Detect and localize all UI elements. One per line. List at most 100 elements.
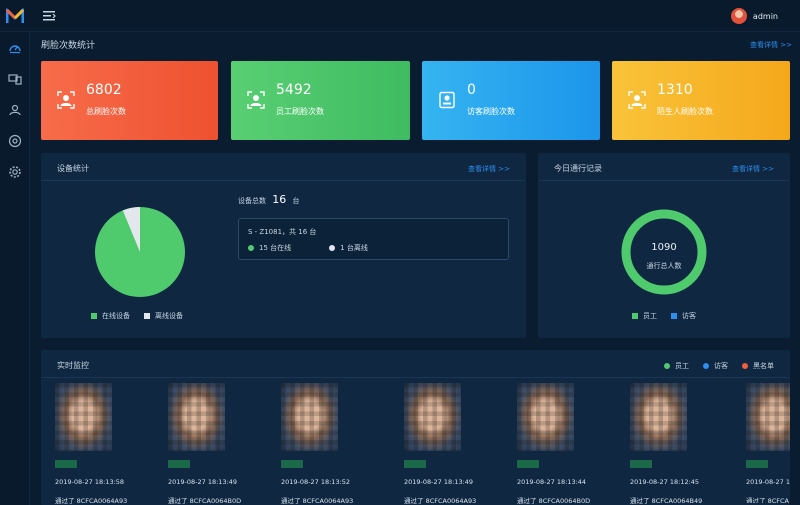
today-access-panel: 今日通行记录 查看详情 >> 1090 通行总人数 员工 访客 bbox=[538, 153, 790, 338]
employee-icon bbox=[247, 91, 265, 109]
legend-online-label: 在线设备 bbox=[102, 312, 130, 320]
device-legend: 在线设备 离线设备 bbox=[91, 311, 183, 321]
settings-icon[interactable] bbox=[8, 165, 22, 179]
face-type-tag bbox=[55, 460, 77, 468]
legend-visitor: 访客 bbox=[703, 361, 728, 371]
devices-icon[interactable] bbox=[8, 72, 22, 86]
view-details-link[interactable]: 查看详情 >> bbox=[468, 164, 510, 174]
face-type-tag bbox=[281, 460, 303, 468]
panel-header: 实时监控 员工 访客 黑名单 bbox=[41, 350, 790, 378]
device-total: 设备总数 16 台 bbox=[238, 193, 299, 206]
device-stats-panel: 设备统计 查看详情 >> 在线设备 离线设备 设备总数 16 台 S - Z10… bbox=[41, 153, 526, 338]
device-pie-chart bbox=[95, 206, 185, 297]
device-total-label: 设备总数 bbox=[238, 197, 266, 205]
device-status-row: 15 台在线 1 台离线 bbox=[248, 243, 368, 253]
face-type-tag bbox=[517, 460, 539, 468]
access-legend: 员工 访客 bbox=[632, 311, 696, 321]
face-time: 2019-08-27 18:13:52 bbox=[281, 478, 351, 486]
face-time: 2019-08-27 18:13:49 bbox=[404, 478, 474, 486]
stat-label: 访客刷脸次数 bbox=[467, 107, 515, 116]
face-record[interactable]: 2019-08-27 18:12:45 通过了 8CFCA0064B49 bbox=[630, 383, 730, 505]
legend-visitor-dot bbox=[703, 363, 709, 369]
stat-value: 5492 bbox=[276, 82, 312, 98]
face-record[interactable]: 2019-08-27 18:13:44 通过了 8CFCA0064B0D bbox=[517, 383, 617, 505]
legend-employee-dot bbox=[664, 363, 670, 369]
face-scan-icon bbox=[57, 91, 75, 109]
username[interactable]: admin bbox=[753, 12, 778, 21]
panel-header: 今日通行记录 查看详情 >> bbox=[538, 153, 790, 181]
legend-employee: 员工 bbox=[664, 361, 689, 371]
face-thumbnail[interactable] bbox=[517, 383, 574, 451]
face-record[interactable]: 2019-08-27 18:13 通过了 8CFCA bbox=[746, 383, 790, 503]
face-record[interactable]: 2019-08-27 18:13:49 通过了 8CFCA0064B0D bbox=[168, 383, 268, 505]
panel-title: 设备统计 bbox=[57, 164, 89, 173]
dashboard-icon[interactable] bbox=[8, 41, 22, 55]
online-dot bbox=[248, 245, 254, 251]
face-thumbnail[interactable] bbox=[55, 383, 112, 451]
stat-label: 员工刷脸次数 bbox=[276, 107, 324, 116]
face-pass-text: 通过了 8CFCA0064A93 bbox=[281, 497, 354, 505]
live-monitor-panel: 实时监控 员工 访客 黑名单 2019-08-27 18:13:58 通过了 8… bbox=[41, 350, 790, 505]
stat-label: 陌生人刷脸次数 bbox=[657, 107, 713, 116]
stat-label: 总刷脸次数 bbox=[86, 107, 126, 116]
face-time: 2019-08-27 18:13:58 bbox=[55, 478, 125, 486]
stat-card-visitor: 0 访客刷脸次数 bbox=[422, 61, 600, 140]
face-thumbnail[interactable] bbox=[281, 383, 338, 451]
offline-text: 1 台离线 bbox=[340, 244, 368, 252]
face-type-tag bbox=[746, 460, 768, 468]
access-total: 1090 bbox=[651, 242, 677, 253]
face-thumbnail[interactable] bbox=[630, 383, 687, 451]
face-record[interactable]: 2019-08-27 18:13:58 通过了 8CFCA0064A93 bbox=[55, 383, 155, 505]
face-thumbnail[interactable] bbox=[746, 383, 790, 451]
legend-visitor-label: 访客 bbox=[714, 362, 728, 370]
face-record[interactable]: 2019-08-27 18:13:52 通过了 8CFCA0064A93 bbox=[281, 383, 381, 505]
face-pass-text: 通过了 8CFCA bbox=[746, 497, 789, 503]
people-icon[interactable] bbox=[8, 103, 22, 117]
view-details-link[interactable]: 查看详情 >> bbox=[750, 40, 792, 50]
legend-visitor-swatch bbox=[671, 313, 677, 319]
legend-blacklist: 黑名单 bbox=[742, 361, 774, 371]
face-time: 2019-08-27 18:13 bbox=[746, 478, 790, 486]
stranger-icon bbox=[628, 91, 646, 109]
offline-dot bbox=[329, 245, 336, 251]
sidebar bbox=[0, 32, 30, 505]
face-record[interactable]: 2019-08-27 18:13:49 通过了 8CFCA0064A93 bbox=[404, 383, 504, 505]
stat-card-stranger: 1310 陌生人刷脸次数 bbox=[612, 61, 790, 140]
legend-employee-label: 员工 bbox=[643, 312, 657, 320]
face-pass-text: 通过了 8CFCA0064A93 bbox=[55, 497, 128, 505]
user-menu[interactable]: admin bbox=[730, 7, 778, 25]
stat-value: 0 bbox=[467, 82, 476, 98]
online-text: 15 台在线 bbox=[259, 244, 292, 252]
legend-offline-label: 离线设备 bbox=[155, 312, 183, 320]
face-pass-text: 通过了 8CFCA0064B49 bbox=[630, 497, 703, 505]
device-status-box: S - Z1081，共 16 台 15 台在线 1 台离线 bbox=[238, 218, 509, 260]
face-thumbnail[interactable] bbox=[168, 383, 225, 451]
stat-card-total: 6802 总刷脸次数 bbox=[41, 61, 218, 140]
online-status: 15 台在线 bbox=[248, 243, 291, 253]
face-type-tag bbox=[630, 460, 652, 468]
legend-visitor-label: 访客 bbox=[682, 312, 696, 320]
legend-blacklist-label: 黑名单 bbox=[753, 362, 774, 370]
monitor-icon[interactable] bbox=[8, 134, 22, 148]
device-model: S - Z1081，共 16 台 bbox=[248, 228, 317, 236]
menu-toggle-icon[interactable] bbox=[42, 9, 56, 23]
face-pass-text: 通过了 8CFCA0064B0D bbox=[517, 497, 591, 505]
legend-blacklist-dot bbox=[742, 363, 748, 369]
face-time: 2019-08-27 18:13:49 bbox=[168, 478, 238, 486]
logo-icon bbox=[6, 8, 24, 23]
device-total-value: 16 bbox=[272, 193, 287, 206]
face-type-tag bbox=[168, 460, 190, 468]
legend-employee: 员工 bbox=[632, 311, 657, 321]
face-pass-text: 通过了 8CFCA0064B0D bbox=[168, 497, 242, 505]
top-bar: admin bbox=[0, 0, 800, 32]
legend-employee-swatch bbox=[632, 313, 638, 319]
face-pass-text: 通过了 8CFCA0064A93 bbox=[404, 497, 477, 505]
view-details-link[interactable]: 查看详情 >> bbox=[732, 164, 774, 174]
stat-value: 1310 bbox=[657, 82, 693, 98]
monitor-legend: 员工 访客 黑名单 bbox=[664, 361, 774, 371]
face-thumbnail[interactable] bbox=[404, 383, 461, 451]
stat-card-employee: 5492 员工刷脸次数 bbox=[231, 61, 410, 140]
avatar[interactable] bbox=[730, 8, 747, 24]
legend-offline: 离线设备 bbox=[144, 311, 183, 321]
legend-employee-label: 员工 bbox=[675, 362, 689, 370]
